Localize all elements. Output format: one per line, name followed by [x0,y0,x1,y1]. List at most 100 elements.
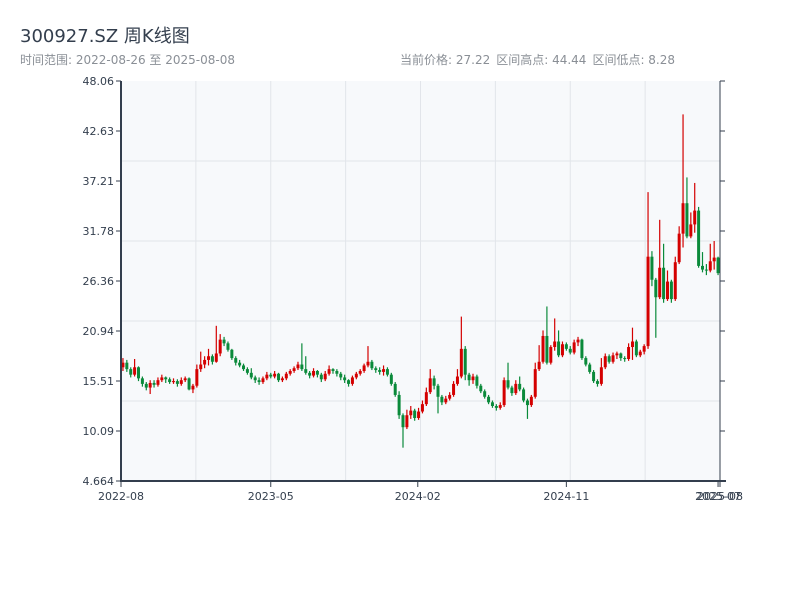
candle-down [137,367,141,379]
candle-up [199,364,203,370]
y-tick-label: 37.21 [83,175,115,188]
candle-up [665,281,669,300]
candle-down [619,353,623,359]
candle-up [156,380,160,385]
candle-up [537,361,541,370]
candle-up [203,359,207,365]
candle-up [553,341,557,348]
candle-up [417,411,421,418]
candle-down [634,341,638,356]
candle-up [541,335,545,362]
candle-down [654,279,658,298]
candle-down [238,362,242,366]
candle-up [642,346,646,352]
candle-down [175,381,179,384]
candle-down [242,365,246,370]
candle-up [354,373,358,378]
candle-down [401,415,405,428]
candle-down [432,378,436,386]
y-tick-label: 10.09 [83,425,115,438]
candle-up [444,398,448,403]
candle-up [288,370,292,374]
candle-up [296,364,300,369]
candle-up [448,394,452,399]
candle-down [494,406,498,408]
candle-down [483,391,487,397]
candle-up [195,369,199,386]
candle-down [685,203,689,237]
y-tick-label: 15.51 [83,375,115,388]
candle-down [607,356,611,362]
candle-down [210,356,214,362]
candle-up [502,380,506,406]
candle-down [595,381,599,384]
candle-down [580,339,584,359]
candle-down [378,370,382,372]
candle-up [292,368,296,371]
candle-up [681,203,685,234]
candle-up [455,376,459,384]
candle-down [347,380,351,384]
candle-up [658,267,662,298]
candle-up [405,415,409,428]
candle-up [514,383,518,394]
candle-down [230,349,234,359]
candle-up [280,378,284,381]
candle-up [611,355,615,362]
candle-down [187,378,191,390]
candle-up [693,210,697,225]
candle-down [557,341,561,356]
candle-down [487,396,491,403]
candle-up [160,377,164,381]
candle-down [522,389,526,401]
candle-down [463,348,467,375]
candle-up [646,256,650,347]
candle-up [498,405,502,408]
candle-up [627,347,631,359]
y-tick-label: 31.78 [83,225,115,238]
candle-up [133,367,137,375]
candle-up [420,404,424,412]
candle-down [370,361,374,369]
candle-down [257,380,261,383]
candle-down [249,372,253,378]
candle-down [525,400,529,406]
x-tick-label: 2025-08 [697,490,743,503]
candle-down [144,383,148,388]
candle-up [172,381,176,383]
y-tick-label: 4.664 [83,475,115,488]
candle-down [506,380,510,388]
candle-up [452,383,456,395]
candle-up [191,385,195,390]
candle-down [277,373,281,381]
candle-down [222,339,226,344]
candle-down [339,373,343,378]
candle-down [393,383,397,395]
candle-down [152,382,156,385]
candle-down [623,358,627,360]
candle-down [662,267,666,300]
candle-up [148,382,152,388]
candle-up [572,342,576,353]
candle-up [560,344,564,356]
candle-down [164,377,168,380]
candle-down [669,281,673,300]
candle-up [603,356,607,368]
candle-up [312,370,316,376]
candle-down [269,374,273,377]
candle-down [510,387,514,394]
candle-down [125,362,129,370]
y-tick-label: 20.94 [83,325,115,338]
candle-down [397,394,401,416]
candle-down [564,344,568,349]
candle-down [716,257,720,274]
candle-up [673,262,677,300]
candle-down [308,372,312,376]
candle-down [479,385,483,392]
candle-up [630,341,634,348]
candle-up [615,353,619,356]
candle-down [140,378,144,384]
candle-up [409,410,413,416]
candle-up [459,348,463,377]
candle-up [214,353,218,362]
